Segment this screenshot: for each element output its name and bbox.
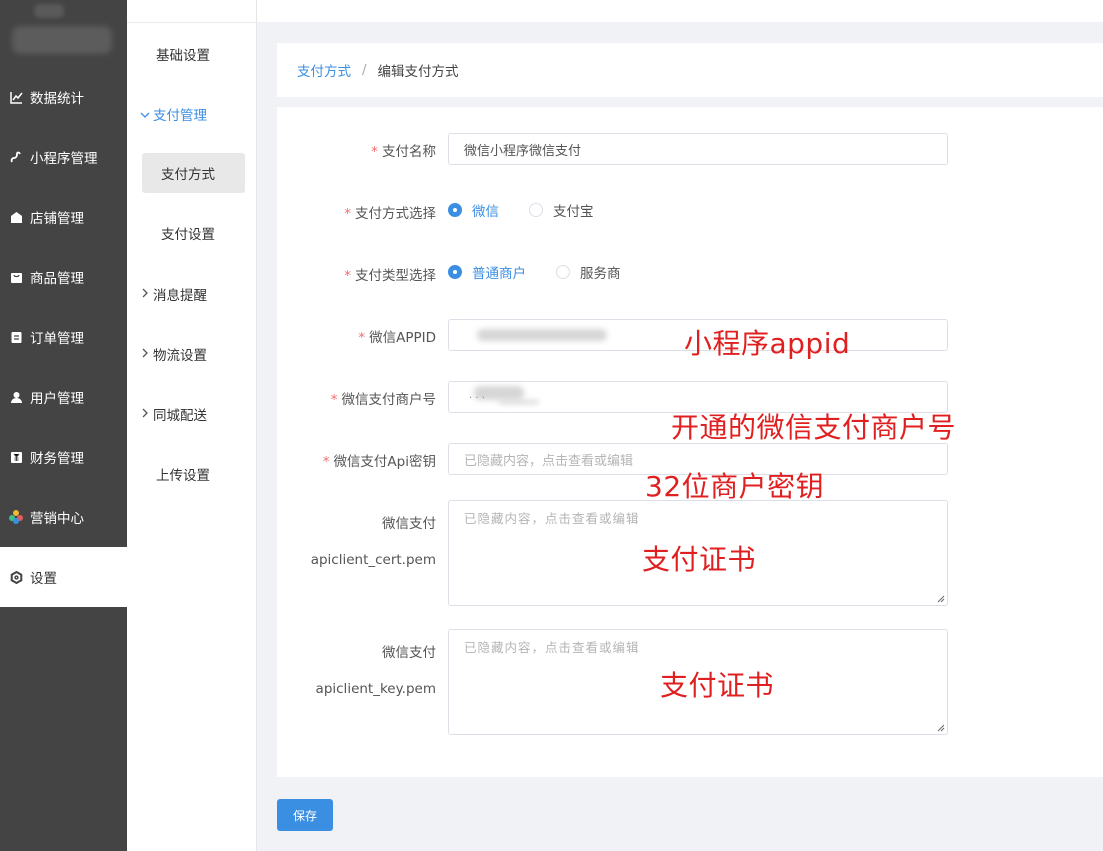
annotation-key-file: 支付证书	[660, 669, 775, 702]
radio-service-provider[interactable]: 服务商	[556, 262, 621, 282]
cert-label-line2: apiclient_cert.pem	[310, 552, 436, 568]
cert-placeholder: 已隐藏内容，点击查看或编辑	[464, 511, 640, 526]
main-sidebar: 数据统计 小程序管理 店铺管理 商品管理 订单管理 用户管理 财务管理 营销中心…	[0, 0, 127, 851]
radio-wechat[interactable]: 微信	[448, 200, 499, 220]
submenu-upload-settings[interactable]: 上传设置	[127, 454, 257, 494]
sidebar-item-label: 数据统计	[30, 91, 84, 107]
breadcrumb-link-payment-method[interactable]: 支付方式	[297, 60, 351, 80]
submenu-label: 上传设置	[156, 468, 210, 484]
pay-method-radio-group: 微信 支付宝	[448, 200, 624, 220]
submenu-payment-method[interactable]: 支付方式	[142, 153, 245, 193]
pay-name-label: * 支付名称	[371, 144, 436, 160]
sidebar-item-label: 店铺管理	[30, 211, 84, 227]
sidebar-item-settings[interactable]: 设置	[0, 547, 127, 607]
key-label-line1: 微信支付	[382, 645, 436, 661]
sidebar-item-label: 设置	[30, 571, 57, 587]
annotation-mch-id: 开通的微信支付商户号	[671, 411, 957, 444]
pay-name-input[interactable]: 微信小程序微信支付	[448, 133, 948, 165]
chevron-right-icon	[137, 348, 153, 361]
sidebar-item-goods[interactable]: 商品管理	[0, 247, 127, 307]
sidebar-item-shop[interactable]: 店铺管理	[0, 187, 127, 247]
submenu-label: 基础设置	[156, 48, 210, 64]
sidebar-item-label: 财务管理	[30, 451, 84, 467]
sidebar-item-orders[interactable]: 订单管理	[0, 307, 127, 367]
submenu-basic-settings[interactable]: 基础设置	[127, 34, 257, 74]
sidebar-item-users[interactable]: 用户管理	[0, 367, 127, 427]
resize-handle-icon[interactable]	[937, 724, 945, 732]
appid-label: * 微信APPID	[358, 330, 436, 346]
chevron-down-icon	[137, 108, 153, 121]
api-key-label: * 微信支付Api密钥	[322, 454, 436, 470]
submenu-payment-management[interactable]: 支付管理	[127, 94, 257, 134]
annotation-cert: 支付证书	[642, 543, 757, 576]
save-button[interactable]: 保存	[277, 799, 333, 831]
mini-program-icon	[9, 150, 23, 164]
submenu-payment-settings[interactable]: 支付设置	[142, 213, 245, 253]
marketing-icon	[9, 510, 23, 524]
chevron-right-icon	[137, 408, 153, 421]
annotation-api-key: 32位商户密钥	[645, 470, 825, 503]
shop-icon	[9, 210, 23, 224]
pay-method-label: * 支付方式选择	[344, 206, 436, 222]
sidebar-item-label: 商品管理	[30, 271, 84, 287]
submenu-notifications[interactable]: 消息提醒	[127, 274, 257, 314]
user-icon	[9, 390, 23, 404]
finance-icon	[9, 450, 23, 464]
submenu-logistics[interactable]: 物流设置	[127, 334, 257, 374]
key-placeholder: 已隐藏内容，点击查看或编辑	[464, 640, 640, 655]
pay-type-label: * 支付类型选择	[344, 268, 436, 284]
sidebar-item-marketing[interactable]: 营销中心	[0, 487, 127, 547]
sidebar-item-label: 营销中心	[30, 511, 84, 527]
submenu-label: 支付设置	[161, 227, 215, 243]
logo	[12, 4, 112, 56]
submenu-label: 支付管理	[153, 108, 207, 124]
goods-icon	[9, 270, 23, 284]
sidebar-item-label: 订单管理	[30, 331, 84, 347]
annotation-appid: 小程序appid	[684, 327, 851, 360]
sidebar-item-finance[interactable]: 财务管理	[0, 427, 127, 487]
key-label-line2: apiclient_key.pem	[315, 681, 436, 697]
pay-type-radio-group: 普通商户 服务商	[448, 262, 651, 282]
chevron-right-icon	[137, 288, 153, 301]
radio-normal-merchant[interactable]: 普通商户	[448, 262, 526, 282]
submenu-label: 物流设置	[153, 348, 207, 364]
settings-submenu: 基础设置 支付管理 支付方式 支付设置 消息提醒 物流设置 同城配送 上传设置	[127, 0, 257, 851]
sidebar-item-label: 小程序管理	[30, 151, 98, 167]
submenu-label: 支付方式	[161, 167, 215, 183]
radio-alipay[interactable]: 支付宝	[529, 200, 594, 220]
order-icon	[9, 330, 23, 344]
submenu-label: 同城配送	[153, 408, 207, 424]
chart-line-icon	[9, 90, 23, 104]
mch-id-value: . . .	[469, 390, 485, 401]
sidebar-item-label: 用户管理	[30, 391, 84, 407]
submenu-label: 消息提醒	[153, 288, 207, 304]
sidebar-item-stats[interactable]: 数据统计	[0, 67, 127, 127]
breadcrumb: 支付方式 / 编辑支付方式	[277, 43, 1103, 97]
resize-handle-icon[interactable]	[937, 595, 945, 603]
mch-id-label: * 微信支付商户号	[330, 392, 436, 408]
breadcrumb-separator: /	[362, 62, 367, 78]
top-header	[257, 0, 1103, 22]
sidebar-item-mini-program[interactable]: 小程序管理	[0, 127, 127, 187]
submenu-city-delivery[interactable]: 同城配送	[127, 394, 257, 434]
gear-icon	[9, 570, 23, 584]
breadcrumb-current: 编辑支付方式	[377, 64, 459, 80]
cert-label-line1: 微信支付	[382, 516, 436, 532]
